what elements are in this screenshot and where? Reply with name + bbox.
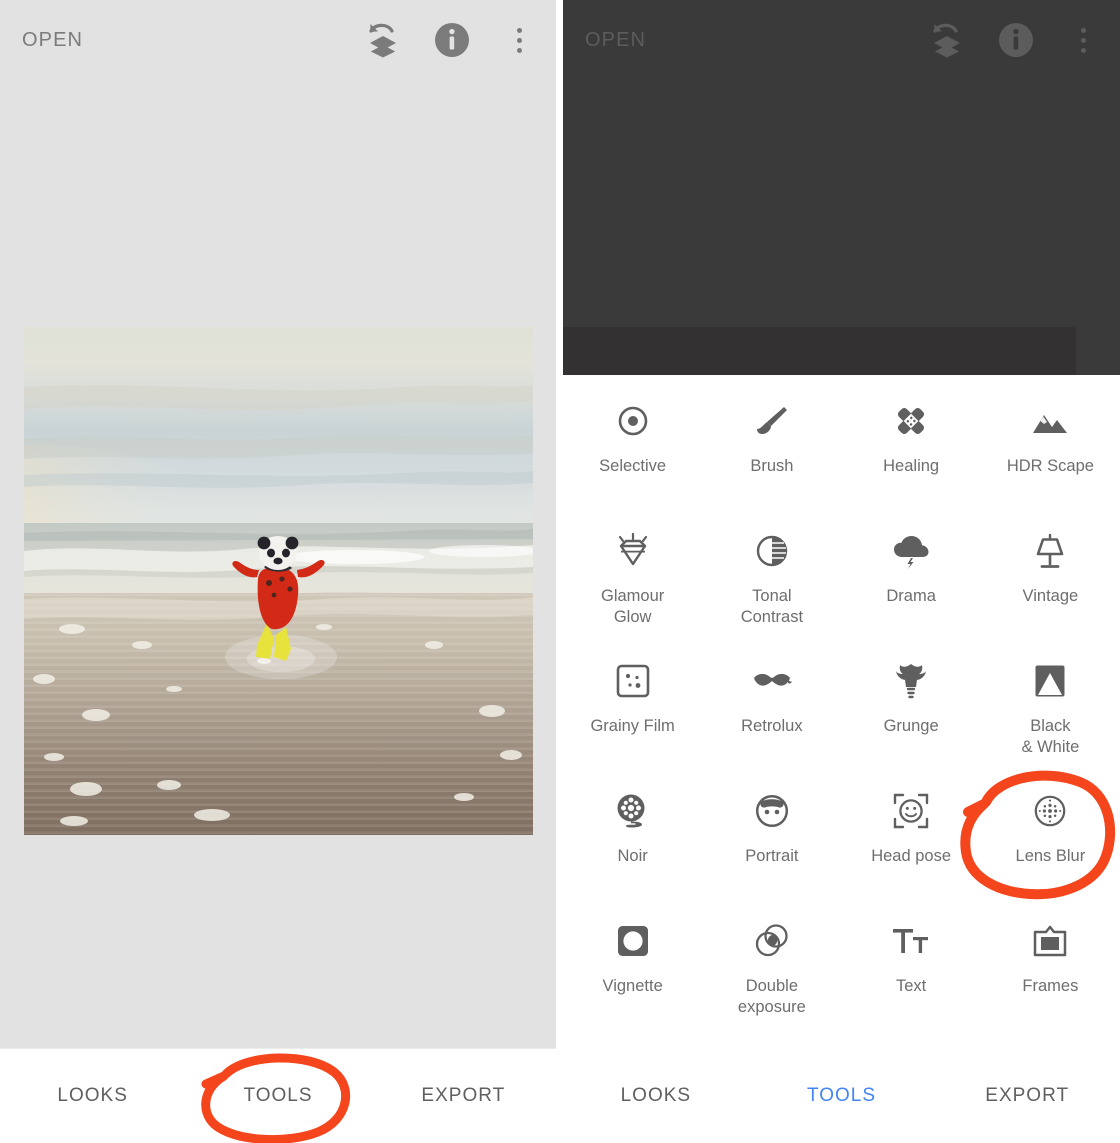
tool-portrait[interactable]: Portrait (702, 773, 841, 903)
undo-layers-icon[interactable] (924, 17, 970, 63)
bottom-nav-tools[interactable]: TOOLS (185, 1085, 370, 1107)
open-button[interactable]: OPEN (22, 29, 83, 52)
info-icon[interactable] (996, 20, 1036, 60)
bottom-nav-looks[interactable]: LOOKS (0, 1085, 185, 1107)
grunge-icon (889, 659, 933, 703)
photo-preview[interactable] (24, 327, 533, 835)
tool-hdr-scape[interactable]: HDR Scape (981, 383, 1120, 513)
tool-selective[interactable]: Selective (563, 383, 702, 513)
lens-blur-icon (1028, 789, 1072, 833)
left-topbar: OPEN (0, 0, 556, 80)
tools-grid: Selective Brush Healing HDR Scape Glamou… (563, 375, 1120, 1033)
tool-head-pose[interactable]: Head pose (842, 773, 981, 903)
tool-glamour-glow[interactable]: Glamour Glow (563, 513, 702, 643)
portrait-icon (750, 789, 794, 833)
bottom-nav-looks[interactable]: LOOKS (563, 1085, 749, 1107)
tool-label: Tonal Contrast (740, 587, 804, 627)
tool-label: Retrolux (741, 717, 803, 735)
right-panel: OPEN Selective Brush Healing HDR Scape G… (563, 0, 1120, 1143)
tool-healing[interactable]: Healing (842, 383, 981, 513)
left-bottom-nav: LOOKS TOOLS EXPORT (0, 1048, 556, 1143)
selective-icon (611, 399, 655, 443)
tool-black-and-white[interactable]: Black & White (981, 643, 1120, 773)
overflow-menu-icon[interactable] (1068, 17, 1098, 63)
text-icon (889, 919, 933, 963)
tool-vignette[interactable]: Vignette (563, 903, 702, 1033)
tool-label: Healing (883, 457, 940, 475)
double-exposure-icon (750, 919, 794, 963)
tool-label: Vignette (602, 977, 663, 995)
tool-label: Head pose (871, 847, 952, 865)
right-topbar: OPEN (563, 0, 1120, 80)
tonal-contrast-icon (750, 529, 794, 573)
vintage-icon (1028, 529, 1072, 573)
tool-label: Drama (886, 587, 936, 605)
open-button[interactable]: OPEN (585, 29, 646, 52)
tool-double-exposure[interactable]: Double exposure (702, 903, 841, 1033)
screenshot-root: OPEN LOOKS TOOLS EXPORT OPEN Selective B… (0, 0, 1120, 1143)
tool-label: Vintage (1022, 587, 1079, 605)
tool-label: Lens Blur (1015, 847, 1086, 865)
healing-icon (889, 399, 933, 443)
tool-label: Frames (1022, 977, 1079, 995)
grainy-film-icon (611, 659, 655, 703)
overflow-menu-icon[interactable] (504, 17, 534, 63)
tool-lens-blur[interactable]: Lens Blur (981, 773, 1120, 903)
tool-label: Glamour Glow (600, 587, 665, 627)
noir-icon (611, 789, 655, 833)
tool-label: Grunge (883, 717, 939, 735)
undo-layers-icon[interactable] (360, 17, 406, 63)
frames-icon (1028, 919, 1072, 963)
left-panel: OPEN LOOKS TOOLS EXPORT (0, 0, 556, 1143)
bottom-nav-tools[interactable]: TOOLS (749, 1085, 935, 1107)
tool-drama[interactable]: Drama (842, 513, 981, 643)
black-and-white-icon (1028, 659, 1072, 703)
brush-icon (750, 399, 794, 443)
tool-label: Double exposure (737, 977, 806, 1017)
left-topbar-icons (360, 17, 556, 63)
tool-label: Selective (599, 457, 667, 475)
tool-label: Portrait (745, 847, 799, 865)
info-icon[interactable] (432, 20, 472, 60)
right-topbar-icons (924, 17, 1120, 63)
tool-retrolux[interactable]: Retrolux (702, 643, 841, 773)
tool-label: HDR Scape (1006, 457, 1094, 475)
right-bottom-nav: LOOKS TOOLS EXPORT (563, 1048, 1120, 1143)
tool-brush[interactable]: Brush (702, 383, 841, 513)
tool-vintage[interactable]: Vintage (981, 513, 1120, 643)
glamour-glow-icon (611, 529, 655, 573)
tool-tonal-contrast[interactable]: Tonal Contrast (702, 513, 841, 643)
tool-label: Noir (617, 847, 648, 865)
tool-text[interactable]: Text (842, 903, 981, 1033)
hdr-scape-icon (1028, 399, 1072, 443)
tool-frames[interactable]: Frames (981, 903, 1120, 1033)
bottom-nav-export[interactable]: EXPORT (371, 1085, 556, 1107)
dimmed-photo-edge (563, 327, 1076, 375)
tool-grunge[interactable]: Grunge (842, 643, 981, 773)
bottom-nav-export[interactable]: EXPORT (934, 1085, 1120, 1107)
tool-grainy-film[interactable]: Grainy Film (563, 643, 702, 773)
tool-label: Grainy Film (590, 717, 675, 735)
drama-icon (889, 529, 933, 573)
tool-label: Black & White (1021, 717, 1080, 757)
tool-label: Brush (750, 457, 794, 475)
retrolux-icon (750, 659, 794, 703)
tool-label: Text (895, 977, 927, 995)
head-pose-icon (889, 789, 933, 833)
tool-noir[interactable]: Noir (563, 773, 702, 903)
vignette-icon (611, 919, 655, 963)
